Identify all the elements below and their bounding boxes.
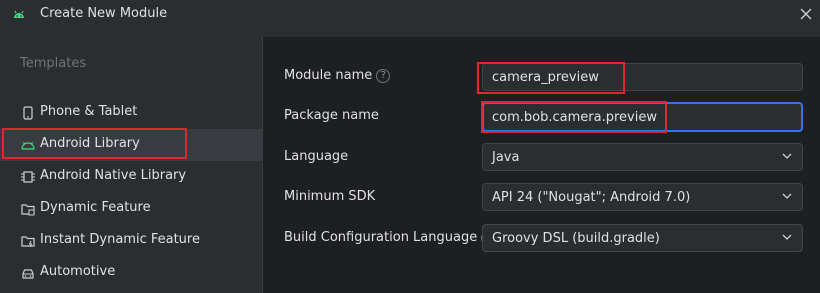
sidebar-item-label: Automotive <box>40 264 116 279</box>
language-label: Language <box>284 149 349 164</box>
module-name-input[interactable] <box>482 63 803 91</box>
sidebar-item-label: Phone & Tablet <box>40 104 138 119</box>
minimum-sdk-value: API 24 ("Nougat"; Android 7.0) <box>492 190 691 205</box>
build-config-value: Groovy DSL (build.gradle) <box>492 231 660 246</box>
templates-header: Templates <box>20 56 87 71</box>
window-title: Create New Module <box>40 6 168 21</box>
sidebar-item-label: Android Native Library <box>40 168 187 183</box>
close-icon[interactable] <box>798 6 814 22</box>
minimum-sdk-label: Minimum SDK <box>284 189 376 204</box>
chevron-down-icon <box>782 234 792 240</box>
car-icon <box>22 269 34 279</box>
sidebar-item-phone-tablet[interactable]: Phone & Tablet <box>0 97 262 129</box>
build-config-select[interactable]: Groovy DSL (build.gradle) <box>482 224 803 252</box>
android-icon <box>14 10 24 18</box>
sidebar-item-automotive[interactable]: Automotive <box>0 257 262 289</box>
sidebar-item-android-native-library[interactable]: Android Native Library <box>0 161 262 193</box>
package-name-label: Package name <box>284 108 379 123</box>
phone-icon <box>23 106 33 120</box>
folder-icon <box>21 236 35 248</box>
module-name-label: Module name? <box>284 68 391 83</box>
android-icon <box>21 141 35 150</box>
language-value: Java <box>492 150 520 165</box>
language-select[interactable]: Java <box>482 143 803 171</box>
package-name-input[interactable] <box>482 102 803 132</box>
chevron-down-icon <box>782 193 792 199</box>
title-bar: Create New Module <box>0 0 820 32</box>
sidebar-item-android-library[interactable]: Android Library <box>0 129 262 161</box>
sidebar-item-label: Instant Dynamic Feature <box>40 232 200 247</box>
sidebar-item-label: Dynamic Feature <box>40 200 151 215</box>
templates-sidebar: Templates Phone & Tablet Android Library… <box>0 37 262 293</box>
help-icon[interactable]: ? <box>376 69 391 83</box>
sidebar-item-label: Android Library <box>40 136 140 151</box>
chevron-down-icon <box>782 153 792 159</box>
native-library-icon <box>21 171 35 183</box>
module-form: Module name? Package name Language Java … <box>262 37 820 293</box>
sidebar-item-instant-dynamic-feature[interactable]: Instant Dynamic Feature <box>0 225 262 257</box>
folder-icon <box>21 204 35 216</box>
minimum-sdk-select[interactable]: API 24 ("Nougat"; Android 7.0) <box>482 183 803 211</box>
build-config-label: Build Configuration Language? <box>284 230 496 245</box>
sidebar-item-dynamic-feature[interactable]: Dynamic Feature <box>0 193 262 225</box>
